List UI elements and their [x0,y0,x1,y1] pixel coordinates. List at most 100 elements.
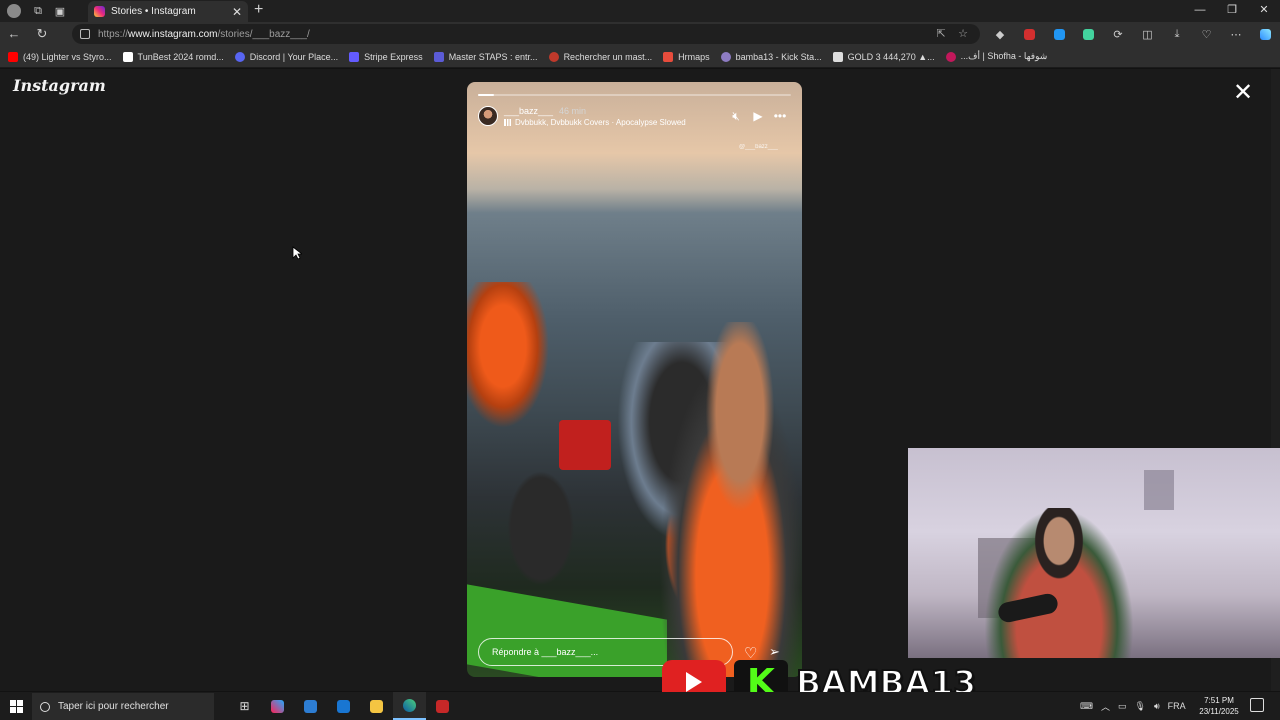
story-mention-sticker[interactable]: @___bazz___ [739,144,778,151]
bookmark-label: Discord | Your Place... [249,51,339,62]
bookmark-item[interactable]: Hrmaps [663,51,710,62]
story-header: ___bazz___ 46 min Dvbbukk, Dvbbukk Covers… [478,104,791,128]
edge-browser-icon[interactable] [393,692,426,720]
clock-time: 7:51 PM [1204,696,1234,705]
bookmark-item[interactable]: Discord | Your Place... [234,51,339,62]
tab-title: Stories • Instagram [111,6,196,17]
taskbar-search[interactable]: Taper ici pour rechercher [32,693,214,720]
bookmark-item[interactable]: (49) Lighter vs Styro... [8,51,112,62]
tab-close-icon[interactable]: ✕ [232,5,242,19]
play-icon[interactable]: ▶ [747,109,769,123]
instagram-favicon-icon [94,6,105,17]
keyboard-icon[interactable]: ⌨ [1080,701,1093,712]
sticker-text: @___bazz___ [739,144,778,150]
story-image-region [647,322,802,677]
extension-green-icon[interactable] [1079,24,1099,44]
screen: ⧉ ▣ Stories • Instagram ✕ + — ❐ ✕ ← ↻ ht… [0,0,1280,720]
tab-stories-instagram[interactable]: Stories • Instagram ✕ [88,1,248,22]
url-prefix: https:// [98,28,129,40]
bookmark-item[interactable]: TunBest 2024 romd... [122,51,224,62]
tray-chevron-icon[interactable]: ︿ [1101,700,1110,713]
tv-icon [832,51,843,62]
outlook-app-icon[interactable] [327,692,360,720]
bookmark-label: bamba13 - Kick Sta... [735,51,822,62]
story-card[interactable]: ___bazz___ 46 min Dvbbukk, Dvbbukk Covers… [467,82,802,677]
webcam-overlay [908,448,1280,658]
split-screen-icon[interactable]: ◫ [1138,24,1158,44]
network-icon[interactable]: ▭ [1118,701,1127,712]
language-indicator[interactable]: FRA [1168,701,1186,711]
app-window-icon[interactable] [426,692,459,720]
bookmark-label: ...أف | Shofha - شوفها [960,51,1048,61]
send-icon[interactable]: ➢ [769,644,780,660]
story-progress-fill [478,94,494,96]
bookmarks-bar: (49) Lighter vs Styro... TunBest 2024 ro… [0,46,1280,68]
task-view-icon[interactable]: ⊞ [228,692,261,720]
shield-icon [433,51,444,62]
search-icon [40,701,50,712]
mute-icon[interactable]: 🔇︎ [725,109,747,124]
taskbar-search-placeholder: Taper ici pour rechercher [58,701,169,712]
workspaces-icon[interactable]: ⧉ [27,0,49,22]
more-options-icon[interactable]: ••• [769,109,791,123]
volume-icon[interactable]: 🔊︎ [1154,701,1160,712]
youtube-icon [8,51,18,62]
bookmark-label: (49) Lighter vs Styro... [23,51,112,62]
windows-logo-icon [9,699,23,713]
person-icon [548,51,559,62]
extension-red-icon[interactable] [1020,24,1040,44]
lock-icon [80,29,90,39]
extensions-puzzle-icon[interactable]: ⟳ [1108,24,1128,44]
story-image-region [559,420,611,470]
extension-diamond-icon[interactable]: ◆ [990,24,1010,44]
close-window-button[interactable]: ✕ [1248,0,1280,22]
file-explorer-icon[interactable] [360,692,393,720]
back-button[interactable]: ← [0,22,28,46]
restore-button[interactable]: ❐ [1216,0,1248,22]
close-story-button[interactable]: ✕ [1232,81,1254,105]
story-music-line[interactable]: Dvbbukk, Dvbbukk Covers · Apocalypse Slo… [504,118,725,127]
bookmark-item[interactable]: bamba13 - Kick Sta... [720,51,822,62]
webcam-background [1144,470,1174,510]
mouse-cursor-icon [292,246,302,260]
copilot-app-icon[interactable] [261,692,294,720]
new-tab-button[interactable]: + [254,0,270,22]
bookmark-item[interactable]: Rechercher un mast... [548,51,652,62]
start-button[interactable] [0,692,32,720]
downloads-icon[interactable]: ⤓ [1167,24,1187,44]
open-in-app-icon[interactable]: ⇱ [930,24,952,44]
bookmark-item[interactable]: Stripe Express [349,51,423,62]
bookmark-label: GOLD 3 444,270 ▲... [847,51,935,62]
extension-blue-icon[interactable] [1049,24,1069,44]
favorite-star-icon[interactable]: ☆ [952,24,974,44]
bookmark-item[interactable]: Master STAPS : entr... [433,51,538,62]
tab-actions-icon[interactable]: ▣ [49,0,71,22]
refresh-button[interactable]: ↻ [28,22,56,46]
bookmark-label: Master STAPS : entr... [448,51,538,62]
url-bar[interactable]: https:// www.instagram.com /stories/___b… [72,24,980,44]
mic-icon[interactable]: 🎙︎ [1135,701,1146,712]
bookmark-item[interactable]: GOLD 3 444,270 ▲... [832,51,935,62]
streamer-video [984,508,1134,658]
bookmark-label: Hrmaps [678,51,710,62]
extensions-bar: ◆ ⟳ ◫ ⤓ ♡ ⋯ [990,24,1280,44]
story-progress-bar [478,94,791,96]
taskbar-apps: ⊞ [228,692,459,720]
story-username[interactable]: ___bazz___ [504,106,553,116]
profile-avatar[interactable] [7,4,21,18]
more-menu-icon[interactable]: ⋯ [1226,24,1246,44]
taskbar-clock[interactable]: 7:51 PM 23/11/2025 [1198,695,1240,717]
bookmark-item[interactable]: ...أف | Shofha - شوفها [945,51,1048,62]
story-time: 46 min [559,105,587,116]
minimize-button[interactable]: — [1184,0,1216,22]
copilot-icon[interactable] [1256,24,1276,44]
instagram-logo[interactable]: Instagram [13,76,106,95]
story-avatar[interactable] [478,106,498,126]
bookmark-label: TunBest 2024 romd... [137,51,224,62]
globe-icon [720,51,731,62]
url-host: www.instagram.com [128,28,218,40]
story-meta: ___bazz___ 46 min Dvbbukk, Dvbbukk Covers… [504,106,725,127]
browser-essentials-icon[interactable]: ♡ [1197,24,1217,44]
store-app-icon[interactable] [294,692,327,720]
notifications-icon[interactable] [1250,698,1264,712]
